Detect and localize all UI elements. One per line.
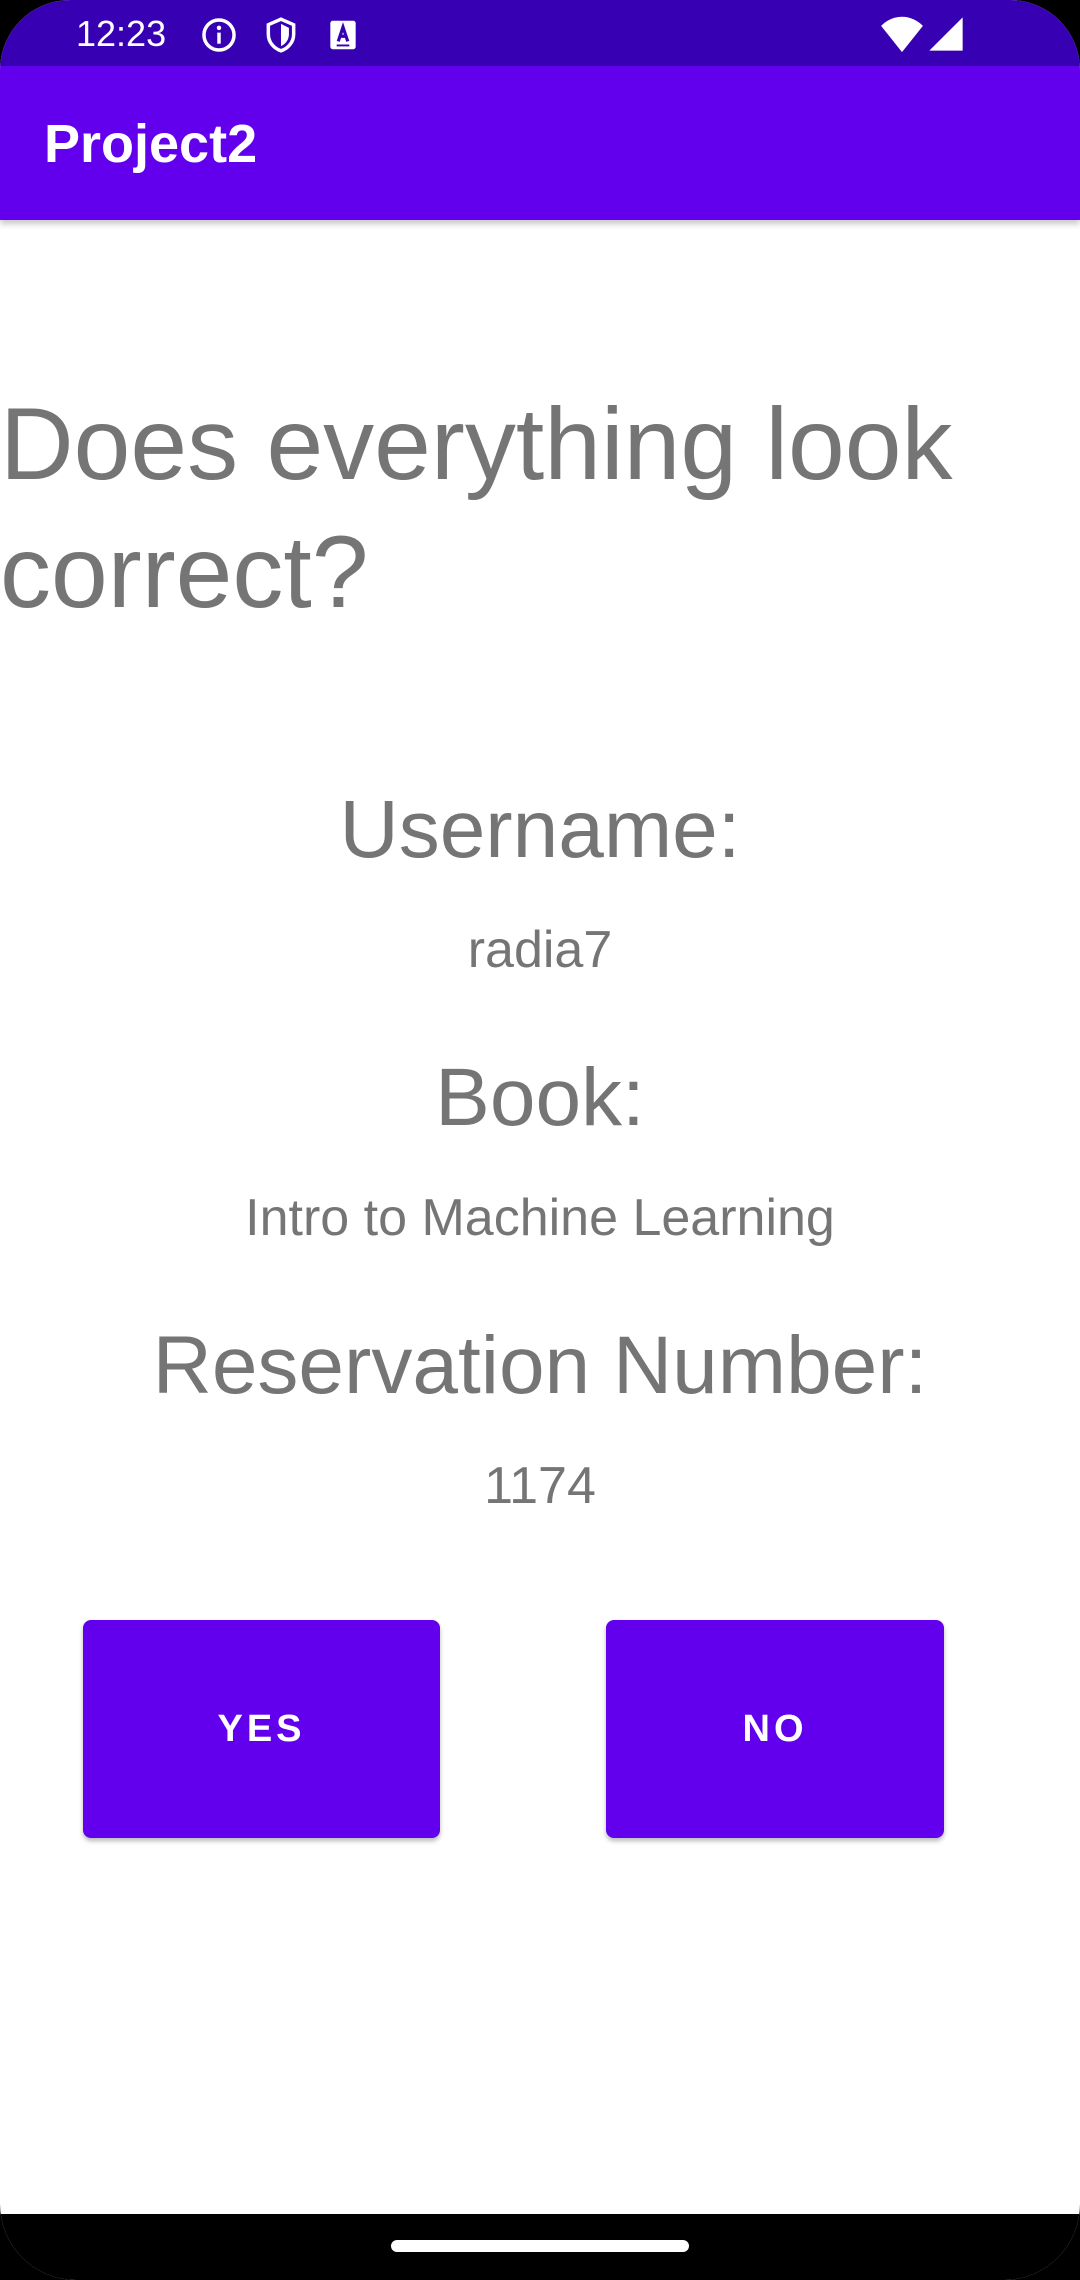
info-icon — [202, 18, 236, 52]
reservation-number-label: Reservation Number: — [152, 1320, 928, 1411]
username-label: Username: — [339, 784, 741, 875]
reservation-number-value: 1174 — [484, 1457, 596, 1515]
app-bar: Project2 — [0, 66, 1080, 220]
confirmation-heading: Does everything look correct? — [0, 387, 953, 629]
keyboard-icon — [330, 20, 356, 50]
no-button[interactable]: NO — [606, 1620, 944, 1838]
signal-icon — [929, 17, 963, 51]
book-label: Book: — [435, 1052, 645, 1143]
wifi-icon — [881, 16, 923, 53]
username-value: radia7 — [467, 921, 613, 979]
book-value: Intro to Machine Learning — [245, 1189, 835, 1247]
shield-icon — [266, 17, 296, 53]
yes-button[interactable]: YES — [83, 1620, 440, 1838]
home-handle[interactable] — [391, 2240, 689, 2252]
status-time: 12:23 — [76, 13, 167, 54]
status-bar: 12:23 — [0, 0, 1080, 66]
app-screen: 12:23 Project2 Does everything look corr… — [0, 0, 1080, 2280]
app-title: Project2 — [44, 114, 258, 174]
gesture-navigation-bar — [0, 2214, 1080, 2280]
